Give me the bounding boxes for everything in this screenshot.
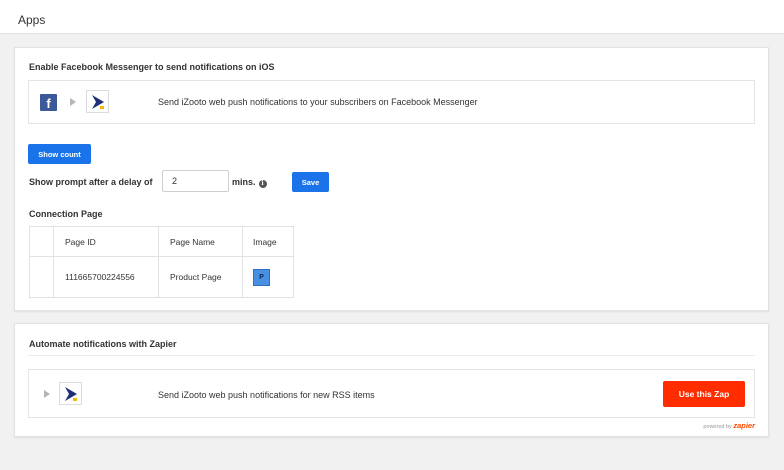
use-this-zap-button[interactable]: Use this Zap [663, 381, 745, 407]
connection-table: Page ID Page Name Image 111665700224556 … [29, 226, 294, 298]
info-icon[interactable]: i [258, 180, 267, 188]
powered-by-zapier[interactable]: powered by zapier [703, 421, 755, 430]
table-cell-image: P [242, 256, 294, 298]
delay-unit-text: mins. [232, 177, 256, 187]
table-header-page-name: Page Name [158, 226, 243, 257]
messenger-heading: Enable Facebook Messenger to send notifi… [29, 62, 275, 72]
table-cell-page-name: Product Page [158, 256, 243, 298]
powered-by-text: powered by [703, 424, 732, 430]
table-header-image: Image [242, 226, 294, 257]
table-cell-page-id: 111665700224556 [53, 256, 159, 298]
delay-input[interactable] [162, 170, 229, 192]
delay-unit-label: mins. i [232, 177, 267, 188]
zapier-logo: zapier [733, 421, 755, 430]
zapier-heading: Automate notifications with Zapier [29, 339, 177, 349]
caret-right-icon [70, 98, 76, 106]
facebook-icon: f [40, 94, 57, 111]
table-cell-blank [29, 256, 54, 298]
zapier-divider [28, 355, 755, 356]
page-image-thumbnail: P [253, 268, 270, 286]
table-header-page-id: Page ID [53, 226, 159, 257]
izooto-icon [59, 382, 82, 405]
delay-label: Show prompt after a delay of [29, 177, 153, 187]
table-row[interactable]: 111665700224556 Product Page P [29, 256, 294, 298]
top-bar: Apps [0, 0, 784, 34]
zapier-integration-row [28, 369, 755, 418]
caret-right-icon[interactable] [44, 390, 50, 398]
messenger-description: Send iZooto web push notifications to yo… [158, 97, 478, 107]
table-header-row: Page ID Page Name Image [29, 226, 294, 257]
zapier-description: Send iZooto web push notifications for n… [158, 390, 375, 400]
connection-page-heading: Connection Page [29, 209, 103, 219]
save-button[interactable]: Save [292, 172, 329, 192]
page-title: Apps [18, 13, 46, 27]
izooto-icon [86, 90, 109, 113]
table-header-blank [29, 226, 54, 257]
show-count-button[interactable]: Show count [28, 144, 91, 164]
